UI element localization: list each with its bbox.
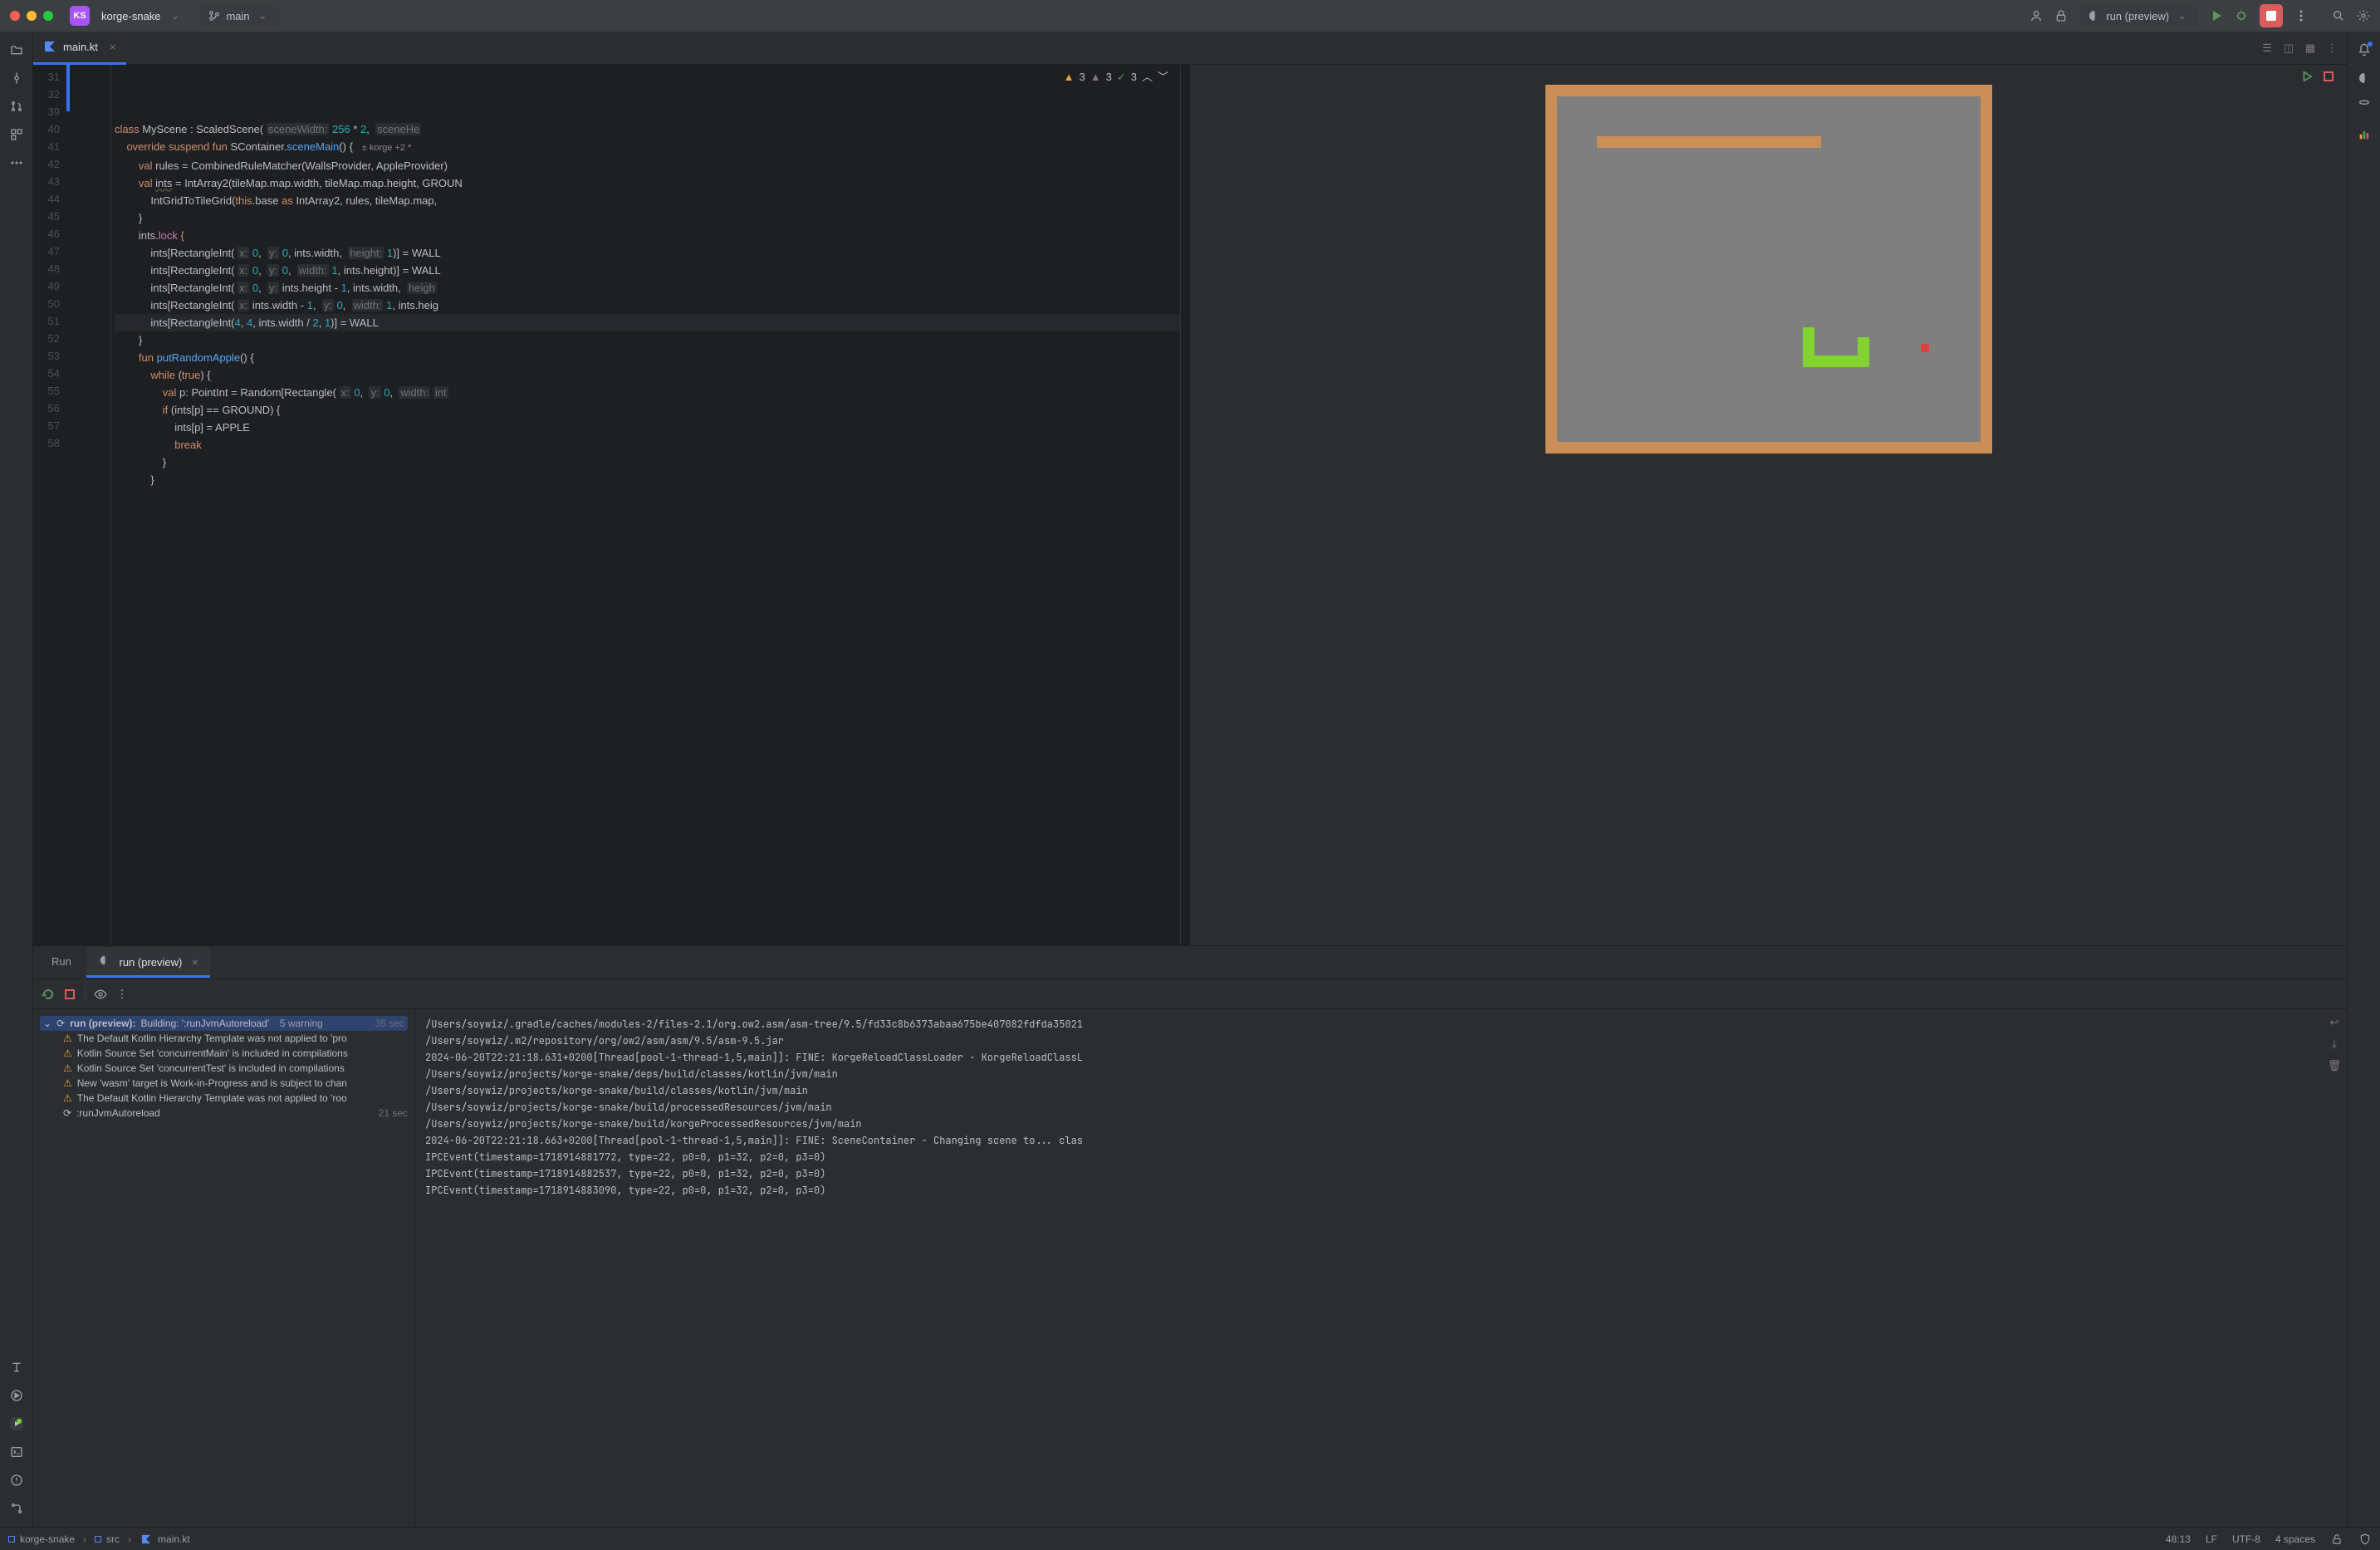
vcs-icon[interactable]: [10, 1502, 23, 1515]
more-icon[interactable]: [10, 156, 23, 169]
run-tool-window: Run run (preview) × ⋮ ⌄ ⟳ run (preview):…: [33, 945, 2347, 1527]
terminal-icon[interactable]: [10, 1445, 23, 1459]
branch-selector[interactable]: main ⌄: [199, 6, 278, 26]
commit-icon[interactable]: [10, 71, 23, 85]
minimap[interactable]: [1180, 65, 1190, 945]
preview-panel: [1190, 65, 2347, 945]
build-tree[interactable]: ⌄ ⟳ run (preview): Building: ':runJvmAut…: [33, 1009, 415, 1527]
more-icon[interactable]: [2294, 9, 2308, 22]
breadcrumb[interactable]: korge-snake › src › main.kt: [8, 1533, 190, 1546]
debug-button[interactable]: [2235, 9, 2248, 22]
build-icon[interactable]: [10, 1389, 23, 1402]
soft-wrap-icon[interactable]: ↩: [2328, 1016, 2341, 1029]
minimize-window[interactable]: [27, 11, 37, 21]
branch-icon: [208, 9, 221, 22]
gear-icon[interactable]: [2357, 9, 2370, 22]
notifications-icon[interactable]: [2358, 43, 2371, 56]
build-row[interactable]: ⟳ :runJvmAutoreload21 sec: [40, 1106, 408, 1121]
kotlin-file-icon: [140, 1533, 153, 1546]
editor-tabs: main.kt × ☰ ◫ ▦ ⋮: [33, 32, 2347, 65]
more-icon[interactable]: ⋮: [2325, 42, 2338, 55]
users-icon[interactable]: [2030, 9, 2043, 22]
build-row[interactable]: ⚠ Kotlin Source Set 'concurrentTest' is …: [40, 1061, 408, 1076]
module-icon: [8, 1536, 15, 1543]
tab-run[interactable]: Run: [40, 949, 83, 977]
apple: [1921, 344, 1929, 352]
game-wall: [1597, 136, 1821, 148]
korge-icon: [2088, 9, 2101, 22]
scroll-end-icon[interactable]: ⤓: [2328, 1037, 2341, 1051]
chevron-down-icon: ⌄: [2177, 9, 2187, 22]
chevron-down-icon: ⌄: [258, 9, 267, 22]
more-icon[interactable]: ⋮: [115, 988, 129, 1001]
tab-main-kt[interactable]: main.kt ×: [33, 32, 126, 65]
stop-button[interactable]: [2260, 4, 2283, 27]
line-separator[interactable]: LF: [2206, 1533, 2217, 1545]
close-window[interactable]: [10, 11, 20, 21]
build-row[interactable]: ⚠ New 'wasm' target is Work-in-Progress …: [40, 1076, 408, 1091]
encoding[interactable]: UTF-8: [2232, 1533, 2260, 1545]
build-row[interactable]: ⚠ The Default Kotlin Hierarchy Template …: [40, 1031, 408, 1046]
chevron-down-icon[interactable]: ⌄: [171, 9, 180, 22]
split-icon[interactable]: ◫: [2282, 42, 2295, 55]
branch-name: main: [226, 10, 249, 22]
structure-icon[interactable]: [10, 128, 23, 141]
indent[interactable]: 4 spaces: [2275, 1533, 2315, 1545]
problems-icon[interactable]: [10, 1474, 23, 1487]
code-editor[interactable]: 3132394041424344454647484950515253545556…: [33, 65, 1190, 945]
view-icon[interactable]: [94, 988, 107, 1001]
stop-preview-icon[interactable]: [2322, 70, 2335, 83]
fold-gutter: [66, 65, 111, 945]
project-badge[interactable]: KS: [70, 6, 90, 26]
chevron-down-icon: ⌄: [43, 1018, 51, 1029]
inspection-widget[interactable]: ▲3 ▲3 ✓3 ︿ ﹀: [1064, 68, 1168, 86]
cursor-position[interactable]: 48:13: [2166, 1533, 2191, 1545]
list-icon[interactable]: ☰: [2260, 42, 2274, 55]
next-icon[interactable]: ﹀: [1158, 68, 1168, 86]
database-icon[interactable]: [2358, 100, 2371, 113]
right-toolbar: [2347, 32, 2380, 1527]
stop-icon[interactable]: [63, 988, 76, 1001]
build-header-row[interactable]: ⌄ ⟳ run (preview): Building: ':runJvmAut…: [40, 1016, 408, 1031]
build-row[interactable]: ⚠ Kotlin Source Set 'concurrentMain' is …: [40, 1046, 408, 1061]
tab-run-preview[interactable]: run (preview) ×: [86, 947, 210, 978]
run-tool-icon[interactable]: [10, 1417, 23, 1430]
run-button[interactable]: [2210, 9, 2223, 22]
close-icon[interactable]: ×: [192, 956, 198, 969]
korge-icon: [98, 954, 111, 967]
preview-icon[interactable]: ▦: [2304, 42, 2317, 55]
line-gutter: 3132394041424344454647484950515253545556…: [33, 65, 66, 945]
zoom-window[interactable]: [43, 11, 53, 21]
run-config-selector[interactable]: run (preview) ⌄: [2079, 6, 2198, 26]
left-toolbar: [0, 32, 33, 1527]
titlebar: KS korge-snake ⌄ main ⌄ run (preview) ⌄: [0, 0, 2380, 32]
run-config-label: run (preview): [2106, 10, 2169, 22]
rerun-icon[interactable]: [42, 988, 55, 1001]
console-output[interactable]: /Users/soywiz/.gradle/caches/modules-2/f…: [415, 1009, 2322, 1527]
lock-icon[interactable]: [2054, 9, 2068, 22]
shield-icon[interactable]: [2358, 1533, 2372, 1546]
readonly-icon[interactable]: [2330, 1533, 2343, 1546]
snake: [1858, 337, 1869, 367]
text-icon[interactable]: [10, 1361, 23, 1374]
tab-label: main.kt: [63, 41, 98, 53]
project-name[interactable]: korge-snake: [101, 10, 161, 22]
pull-request-icon[interactable]: [10, 100, 23, 113]
coverage-icon[interactable]: [2358, 128, 2371, 141]
kotlin-file-icon: [43, 40, 56, 53]
game-canvas[interactable]: [1545, 85, 1992, 454]
console-actions: ↩ ⤓ 🗑: [2322, 1009, 2347, 1527]
build-row[interactable]: ⚠ The Default Kotlin Hierarchy Template …: [40, 1091, 408, 1106]
run-preview-icon[interactable]: [2300, 70, 2314, 83]
window-controls: [10, 11, 53, 21]
close-icon[interactable]: ×: [110, 41, 116, 53]
prev-icon[interactable]: ︿: [1142, 68, 1153, 86]
trash-icon[interactable]: 🗑: [2328, 1059, 2341, 1072]
folder-icon[interactable]: [10, 43, 23, 56]
status-bar: korge-snake › src › main.kt 48:13 LF UTF…: [0, 1527, 2380, 1550]
korge-icon[interactable]: [2358, 71, 2371, 85]
search-icon[interactable]: [2332, 9, 2345, 22]
module-icon: [95, 1536, 101, 1543]
code-area[interactable]: ▲3 ▲3 ✓3 ︿ ﹀ class MyScene : ScaledScene…: [111, 65, 1180, 945]
